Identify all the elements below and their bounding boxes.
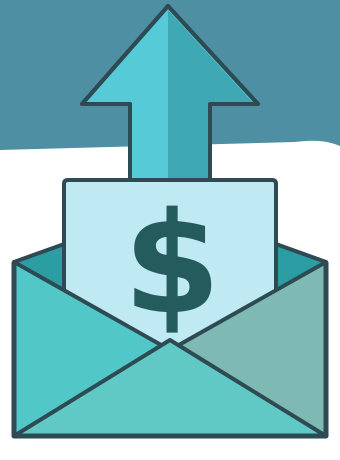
money-envelope-illustration: $ <box>0 0 340 460</box>
dollar-sign-icon: $ <box>123 183 220 346</box>
